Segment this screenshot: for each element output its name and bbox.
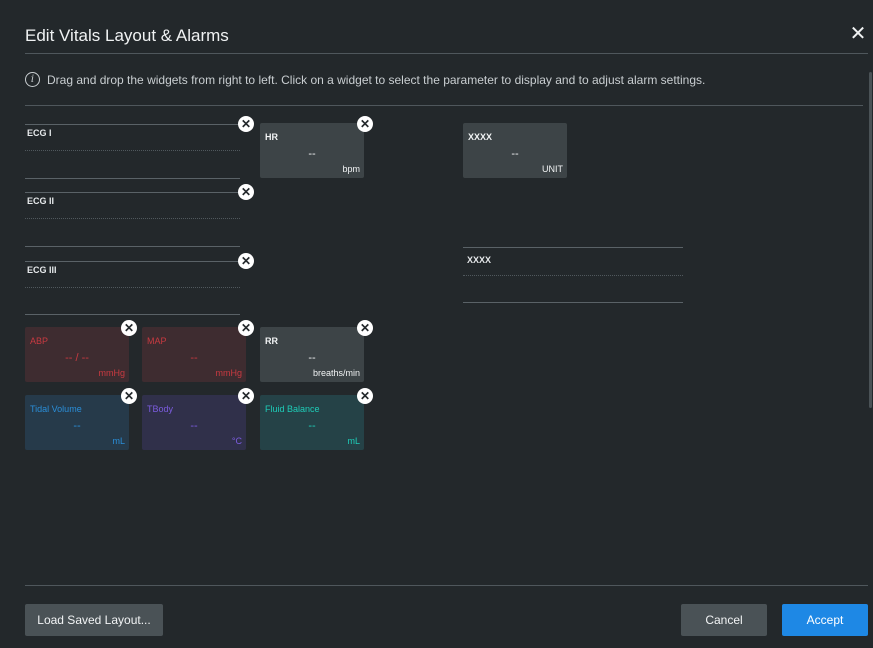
tile-value: -- [511,148,519,160]
close-icon[interactable]: ✕ [849,24,867,44]
remove-icon[interactable]: ✕ [357,320,373,336]
title-divider [25,53,868,54]
rr-tile[interactable]: RR -- breaths/min [260,327,364,382]
waveform-baseline [25,218,240,219]
tbody-tile[interactable]: TBody -- °C [142,395,246,450]
abp-tile[interactable]: ABP -- / -- mmHg [25,327,129,382]
hr-tile[interactable]: HR -- bpm [260,123,364,178]
tile-value: -- [308,420,316,432]
palette-waveform-baseline [463,275,683,276]
tile-unit: mmHg [98,368,126,378]
tile-name: Tidal Volume [30,404,82,414]
tile-unit: UNIT [542,164,563,174]
remove-icon[interactable]: ✕ [121,320,137,336]
waveform-label-ecg-ii[interactable]: ECG II [27,196,54,206]
edit-vitals-dialog: Edit Vitals Layout & Alarms ✕ i Drag and… [0,0,873,648]
remove-icon[interactable]: ✕ [238,184,254,200]
waveform-top-line [25,192,240,193]
tile-unit: bpm [342,164,360,174]
tile-name: ABP [30,336,49,346]
waveform-top-line [25,124,240,125]
fluid-balance-tile[interactable]: Fluid Balance -- mL [260,395,364,450]
remove-icon[interactable]: ✕ [357,116,373,132]
cancel-button[interactable]: Cancel [681,604,767,636]
tile-value: -- [308,352,316,364]
tile-name: RR [265,336,278,346]
tile-unit: mL [347,436,360,446]
waveform-baseline [25,287,240,288]
map-tile[interactable]: MAP -- mmHg [142,327,246,382]
tile-name: TBody [147,404,174,414]
waveform-label-ecg-i[interactable]: ECG I [27,128,52,138]
dialog-title: Edit Vitals Layout & Alarms [25,26,229,45]
palette-parameter-tile[interactable]: XXXX -- UNIT [463,123,567,178]
remove-icon[interactable]: ✕ [238,116,254,132]
tile-unit: mL [112,436,125,446]
palette-waveform-bottom-line [463,302,683,303]
scrollbar[interactable] [869,72,872,408]
tile-value: -- [190,420,198,432]
remove-icon[interactable]: ✕ [357,388,373,404]
tile-unit: °C [231,436,242,446]
remove-icon[interactable]: ✕ [238,253,254,269]
waveform-top-line [25,261,240,262]
waveform-bottom-line [25,178,240,179]
accept-button[interactable]: Accept [782,604,868,636]
tile-name: MAP [147,336,167,346]
load-saved-layout-button[interactable]: Load Saved Layout... [25,604,163,636]
tidal-volume-tile[interactable]: Tidal Volume -- mL [25,395,129,450]
tile-unit: breaths/min [312,368,360,378]
info-divider [25,105,863,106]
tile-unit: mmHg [215,368,243,378]
info-banner: i Drag and drop the widgets from right t… [25,72,705,87]
waveform-bottom-line [25,246,240,247]
palette-waveform-label[interactable]: XXXX [467,255,491,265]
remove-icon[interactable]: ✕ [238,388,254,404]
remove-icon[interactable]: ✕ [238,320,254,336]
tile-name: Fluid Balance [265,404,320,414]
waveform-baseline [25,150,240,151]
tile-value: -- [308,148,316,160]
info-text: Drag and drop the widgets from right to … [47,72,706,87]
tile-value: -- [190,352,198,364]
tile-value: -- [73,420,81,432]
tile-name: HR [265,132,278,142]
tile-value: -- / -- [65,352,89,364]
waveform-label-ecg-iii[interactable]: ECG III [27,265,57,275]
palette-waveform-top-line [463,247,683,248]
footer-divider [25,585,868,586]
tile-name: XXXX [468,132,493,142]
waveform-bottom-line [25,314,240,315]
info-icon: i [25,72,40,87]
remove-icon[interactable]: ✕ [121,388,137,404]
